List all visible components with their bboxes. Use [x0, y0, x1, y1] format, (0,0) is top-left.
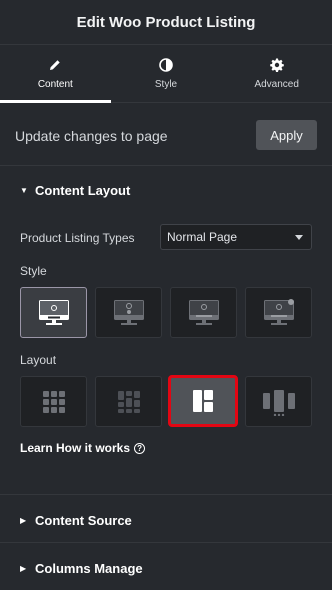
chevron-down-icon — [295, 235, 303, 240]
learn-how-label: Learn How it works — [20, 441, 131, 455]
section-content-layout-title: Content Layout — [35, 182, 131, 198]
layout-option-carousel[interactable] — [245, 376, 312, 427]
monitor-icon — [113, 299, 144, 325]
style-option-2[interactable] — [95, 287, 162, 338]
listing-type-value: Normal Page — [167, 230, 238, 244]
monitor-icon — [188, 299, 219, 325]
style-option-3[interactable] — [170, 287, 237, 338]
update-text: Update changes to page — [15, 128, 168, 144]
caret-right-icon: ▶ — [20, 563, 27, 573]
tab-advanced[interactable]: Advanced — [221, 45, 332, 102]
monitor-icon — [38, 299, 69, 325]
question-circle-icon: ? — [134, 442, 146, 454]
panel-title: Edit Woo Product Listing — [76, 13, 256, 31]
layout-label: Layout — [20, 353, 57, 367]
tab-content[interactable]: Content — [0, 45, 111, 103]
layout-option-masonry[interactable] — [95, 376, 162, 427]
learn-how-link[interactable]: Learn How it works ? — [20, 441, 146, 455]
tab-style[interactable]: Style — [111, 45, 222, 102]
tab-advanced-label: Advanced — [254, 78, 299, 90]
style-label: Style — [20, 264, 47, 278]
caret-right-icon: ▶ — [20, 515, 27, 525]
section-columns-manage-header[interactable]: ▶ Columns Manage — [0, 558, 332, 578]
listing-type-label: Product Listing Types — [20, 231, 135, 245]
masonry-icon — [117, 390, 140, 413]
panel-header: Edit Woo Product Listing — [0, 0, 332, 45]
divider — [0, 494, 332, 495]
style-option-1[interactable] — [20, 287, 87, 338]
style-option-4[interactable] — [245, 287, 312, 338]
contrast-icon — [159, 57, 173, 72]
section-content-source-header[interactable]: ▶ Content Source — [0, 510, 332, 530]
section-columns-manage-title: Columns Manage — [35, 560, 143, 576]
layout-option-grid[interactable] — [20, 376, 87, 427]
listing-type-select[interactable]: Normal Page — [160, 224, 312, 250]
section-content-layout-header[interactable]: ▼ Content Layout — [0, 180, 332, 200]
carousel-icon — [262, 389, 295, 416]
divider — [0, 542, 332, 543]
metro-layout-icon — [193, 390, 213, 412]
pencil-icon — [50, 59, 61, 70]
caret-down-icon: ▼ — [20, 185, 28, 195]
gear-icon — [269, 58, 284, 72]
tab-style-label: Style — [154, 78, 178, 90]
tab-bar: Content Style Advanced — [0, 45, 332, 103]
tab-content-label: Content — [37, 78, 73, 90]
apply-button[interactable]: Apply — [256, 120, 317, 150]
grid-icon — [42, 390, 65, 413]
section-content-source-title: Content Source — [35, 512, 132, 528]
layout-option-metro[interactable] — [168, 375, 238, 427]
monitor-icon — [263, 298, 294, 325]
update-row: Update changes to page Apply — [0, 104, 332, 166]
